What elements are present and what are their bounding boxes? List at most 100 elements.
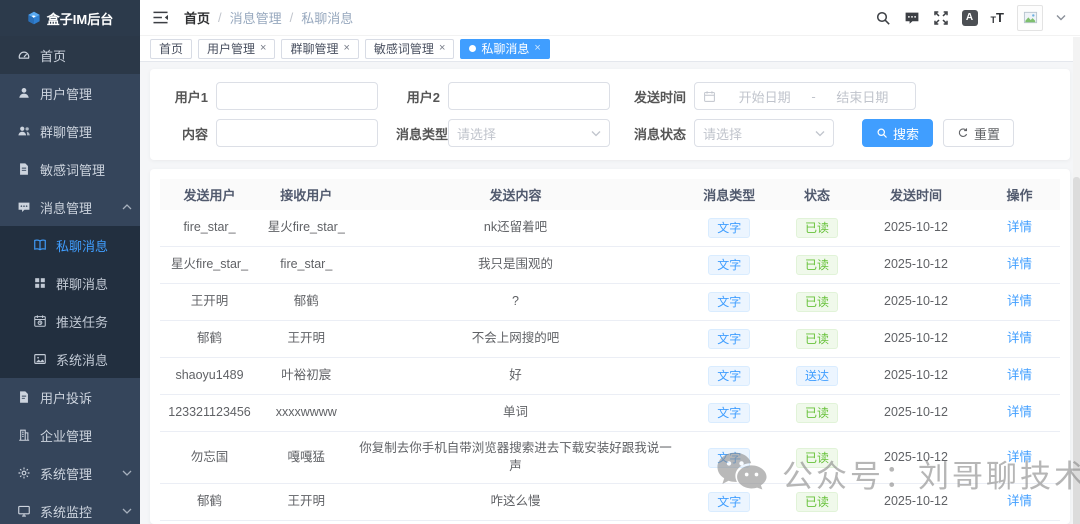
sidebar-item-message-mgmt[interactable]: 消息管理	[0, 188, 140, 226]
page-scrollbar-thumb[interactable]	[1073, 177, 1080, 524]
search-button[interactable]: 搜索	[862, 119, 934, 147]
msg-status-label: 消息状态	[633, 126, 686, 142]
detail-link[interactable]: 详情	[1007, 331, 1032, 345]
page-scrollbar[interactable]	[1073, 37, 1080, 524]
user1-input[interactable]	[216, 82, 378, 110]
content-cell: 好	[353, 357, 678, 395]
sidebar-subitem-private-messages[interactable]: 私聊消息	[0, 226, 140, 264]
detail-link[interactable]: 详情	[1007, 494, 1032, 508]
sidebar-item-sensitive-words[interactable]: 敏感词管理	[0, 150, 140, 188]
content-input[interactable]	[216, 119, 378, 147]
status-badge: 已读	[795, 403, 838, 423]
tab-sensitive-words[interactable]: 敏感词管理 ×	[364, 38, 455, 59]
tab-close-icon[interactable]: ×	[343, 43, 349, 54]
user2-input[interactable]	[448, 82, 610, 110]
tab-close-icon[interactable]: ×	[439, 43, 445, 54]
column-header: 发送内容	[353, 179, 678, 210]
type-cell: 文字	[677, 357, 781, 395]
sender-cell: 王开明	[160, 283, 259, 321]
content-cell: 咋这么慢	[353, 483, 678, 521]
sidebar-item-label: 系统监控	[40, 504, 93, 520]
detail-link[interactable]: 详情	[1007, 294, 1032, 308]
detail-link[interactable]: 详情	[1007, 450, 1032, 464]
time-cell: 2025-10-12	[853, 283, 979, 321]
search-button-label: 搜索	[893, 126, 920, 142]
user-icon	[17, 86, 31, 100]
sidebar-subitem-group-messages[interactable]: 群聊消息	[0, 264, 140, 302]
content-cell: 不会上网搜的吧	[353, 320, 678, 358]
time-cell: 2025-10-12	[853, 210, 979, 247]
translate-icon[interactable]: A	[961, 9, 978, 26]
schedule-icon	[33, 314, 47, 328]
tab-bar: 首页 用户管理 × 群聊管理 × 敏感词管理 × 私聊消息 ×	[140, 36, 1080, 62]
detail-link[interactable]: 详情	[1007, 405, 1032, 419]
reset-button[interactable]: 重置	[943, 119, 1015, 147]
sidebar-item-system-monitor[interactable]: 系统监控	[0, 492, 140, 524]
sidebar-item-system-mgmt[interactable]: 系统管理	[0, 454, 140, 492]
action-cell: 详情	[979, 210, 1060, 247]
message-type-badge: 文字	[708, 255, 751, 275]
sidebar-item-label: 系统管理	[40, 466, 93, 482]
message-type-badge: 文字	[708, 492, 751, 512]
msg-type-select[interactable]: 请选择	[448, 119, 610, 147]
breadcrumb-item[interactable]: 首页	[184, 8, 210, 27]
tab-group-mgmt[interactable]: 群聊管理 ×	[281, 38, 359, 59]
message-icon[interactable]	[904, 10, 920, 26]
msg-status-placeholder: 请选择	[703, 126, 743, 142]
font-size-icon[interactable]: TT	[991, 10, 1004, 25]
receiver-cell: 郁鹤	[259, 283, 354, 321]
action-cell: 详情	[979, 246, 1060, 284]
detail-link[interactable]: 详情	[1007, 368, 1032, 382]
sidebar-subitem-label: 群聊消息	[56, 276, 109, 292]
sidebar-item-home[interactable]: 首页	[0, 36, 140, 74]
sidebar-collapse-icon[interactable]	[152, 10, 169, 25]
status-badge: 已读	[795, 218, 838, 238]
tab-label: 敏感词管理	[373, 42, 434, 56]
sender-cell: fire_star_	[160, 520, 259, 524]
status-cell: 已读	[781, 431, 853, 484]
user-menu-caret-icon[interactable]	[1056, 14, 1066, 21]
image-icon	[33, 352, 47, 366]
tab-close-icon[interactable]: ×	[260, 43, 266, 54]
time-cell: 2025-10-12	[853, 431, 979, 484]
grid-icon	[33, 276, 47, 290]
sidebar-item-label: 敏感词管理	[40, 162, 106, 178]
table-row: 勿忘国 嘎嘎猛 你复制去你手机自带浏览器搜索进去下载安装好跟我说一声 文字 已读 2025…	[160, 431, 1060, 484]
sidebar-item-enterprise-mgmt[interactable]: 企业管理	[0, 416, 140, 454]
sidebar-item-group-mgmt[interactable]: 群聊管理	[0, 112, 140, 150]
tab-home[interactable]: 首页	[150, 38, 193, 59]
app-logo: 盒子IM后台	[0, 0, 140, 36]
type-cell: 文字	[677, 246, 781, 284]
sender-cell: 星火fire_star_	[160, 246, 259, 284]
range-separator: -	[811, 88, 816, 104]
msg-type-label: 消息类型	[396, 126, 449, 142]
sidebar-subitem-system-messages[interactable]: 系统消息	[0, 340, 140, 378]
monitor-icon	[17, 504, 31, 518]
building-icon	[17, 428, 31, 442]
msg-type-placeholder: 请选择	[457, 126, 497, 142]
tab-close-icon[interactable]: ×	[534, 43, 540, 54]
msg-status-select[interactable]: 请选择	[694, 119, 834, 147]
tab-private-messages[interactable]: 私聊消息 ×	[460, 38, 550, 59]
tab-label: 私聊消息	[481, 42, 530, 56]
dashboard-icon	[17, 48, 31, 62]
avatar[interactable]	[1017, 4, 1043, 31]
date-range-picker[interactable]: 开始日期 - 结束日期	[694, 82, 916, 110]
detail-link[interactable]: 详情	[1007, 220, 1032, 234]
message-type-badge: 文字	[708, 366, 751, 386]
sidebar-item-user-complaints[interactable]: 用户投诉	[0, 378, 140, 416]
chat-icon	[17, 200, 31, 214]
active-tab-dot	[469, 45, 477, 52]
detail-link[interactable]: 详情	[1007, 257, 1032, 271]
sidebar-item-user-mgmt[interactable]: 用户管理	[0, 74, 140, 112]
table-row: 郁鹤 王开明 不会上网搜的吧 文字 已读 2025-10-12 详情	[160, 320, 1060, 358]
fullscreen-icon[interactable]	[933, 10, 949, 26]
app-title: 盒子IM后台	[46, 11, 114, 27]
sidebar-subitem-push-tasks[interactable]: 推送任务	[0, 302, 140, 340]
search-icon[interactable]	[875, 10, 891, 26]
tab-user-mgmt[interactable]: 用户管理 ×	[198, 38, 276, 59]
chevron-down-icon	[122, 506, 132, 516]
message-type-badge: 文字	[708, 403, 751, 423]
sidebar-submenu-message-mgmt: 私聊消息群聊消息推送任务 系统消息	[0, 226, 140, 378]
type-cell: 文字	[677, 520, 781, 524]
